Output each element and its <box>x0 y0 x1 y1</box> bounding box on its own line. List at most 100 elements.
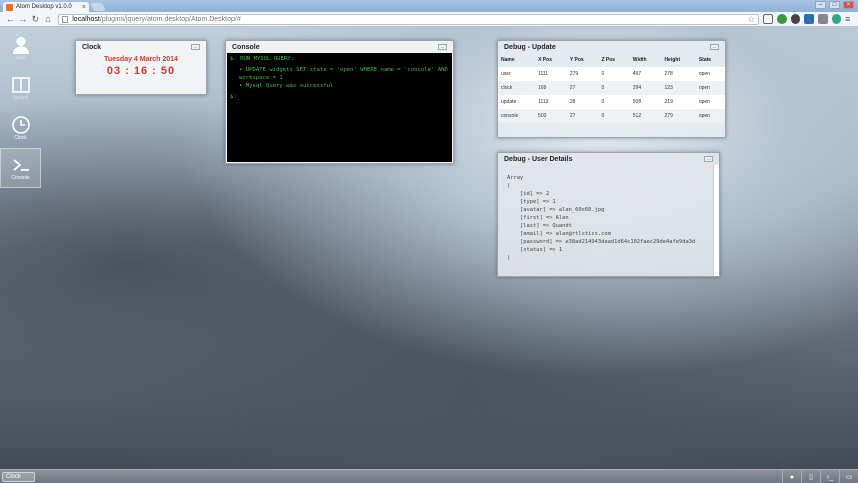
console-result-list: UPDATE widgets SET state = 'open' WHERE … <box>230 66 449 90</box>
cast-icon[interactable] <box>763 14 774 24</box>
url-path: /plugins/jquery/atom.desktop/Atom.Deskto… <box>99 15 241 23</box>
minimize-button[interactable]: – <box>815 1 826 9</box>
table-cell: open <box>695 109 725 123</box>
debug-update-widget[interactable]: Debug - Update _ Name X Pos Y Pos Z Pos … <box>497 40 726 138</box>
extension-teal-icon[interactable] <box>831 14 842 24</box>
home-icon[interactable]: ⌂ <box>42 14 55 24</box>
terminal-tray-icon[interactable]: ›_ <box>820 470 839 483</box>
widget-title: Console <box>232 43 260 51</box>
task-label: Clock <box>6 474 22 480</box>
debug-user-widget[interactable]: Debug - User Details _ Array ( [id] => 2… <box>497 152 720 277</box>
settings-gear-icon[interactable] <box>790 14 801 24</box>
extension-grey-icon[interactable] <box>818 14 828 24</box>
maximize-button[interactable]: □ <box>829 1 840 9</box>
dock-label: Clock <box>14 135 27 141</box>
minimize-icon[interactable]: _ <box>191 43 200 50</box>
page-icon <box>62 15 69 23</box>
table-cell: 503 <box>535 109 567 123</box>
browser-tab[interactable]: Atom Desktop v1.0.0 × <box>3 2 89 12</box>
column-header: State <box>698 57 712 63</box>
console-output[interactable]: $: RUN MYSQL QUERY: UPDATE widgets SET s… <box>227 53 452 162</box>
browser-tab-bar: Atom Desktop v1.0.0 × – □ × <box>0 0 858 12</box>
table-cell: user <box>498 67 536 81</box>
clock-time: 03 : 16 : 50 <box>106 65 176 77</box>
new-tab-button[interactable] <box>90 3 106 11</box>
table-row: update 1113 28 0 508 219 open <box>498 95 725 109</box>
table-cell: 28 <box>566 95 599 109</box>
tab-title: Atom Desktop v1.0.0 <box>16 4 72 10</box>
tab-close-icon[interactable]: × <box>82 4 86 11</box>
column-header: Z Pos <box>601 57 616 63</box>
debug-update-table: Name X Pos Y Pos Z Pos Width Height Stat… <box>498 53 725 123</box>
table-cell: 123 <box>661 81 696 95</box>
dock-item-clock[interactable]: Clock <box>0 108 41 148</box>
clock-date: Tuesday 4 March 2014 <box>104 56 178 63</box>
console-prompt[interactable]: $:_ <box>230 93 449 101</box>
clock-icon <box>11 116 30 134</box>
dock-item-console[interactable]: Console <box>0 148 41 188</box>
widget-title: Debug - User Details <box>504 155 573 163</box>
reload-icon[interactable]: ↻ <box>29 14 42 25</box>
extension-blue-icon[interactable] <box>804 14 815 24</box>
table-cell: 1113 <box>535 95 567 109</box>
minimize-icon[interactable]: _ <box>710 43 719 50</box>
table-cell: 497 <box>629 67 662 81</box>
table-cell: 0 <box>598 81 630 95</box>
console-line: Mysql Query was successful <box>239 82 449 90</box>
table-cell: 1111 <box>535 67 567 81</box>
dock-item-user[interactable]: user <box>0 28 41 68</box>
table-row: clock 169 27 0 294 123 open <box>498 81 725 95</box>
table-cell: 0 <box>598 95 630 109</box>
table-cell: open <box>695 81 725 95</box>
minimize-icon[interactable]: _ <box>704 155 713 162</box>
table-cell: 27 <box>566 109 599 123</box>
table-header-row: Name X Pos Y Pos Z Pos Width Height Stat… <box>498 53 725 67</box>
table-cell: 219 <box>661 95 696 109</box>
user-tray-icon[interactable]: ● <box>782 470 801 483</box>
table-cell: update <box>498 95 536 109</box>
widget-header[interactable]: Clock _ <box>76 41 206 53</box>
back-arrow-icon[interactable]: ← <box>4 14 17 24</box>
widget-header[interactable]: Debug - Update _ <box>498 41 725 53</box>
taskbar-item-clock[interactable]: Clock <box>2 472 35 482</box>
console-command: $: RUN MYSQL QUERY: <box>230 56 294 62</box>
table-row: console 503 27 0 512 279 open <box>498 109 725 123</box>
column-header: Y Pos <box>569 57 584 63</box>
panels-icon <box>11 77 30 93</box>
forward-arrow-icon[interactable]: → <box>17 14 30 24</box>
address-bar[interactable]: localhost /plugins/jquery/atom.desktop/A… <box>58 13 760 25</box>
clock-widget[interactable]: Clock _ Tuesday 4 March 2014 03 : 16 : 5… <box>75 40 207 95</box>
widget-header[interactable]: Debug - User Details _ <box>498 153 719 165</box>
dock-item-update[interactable]: Update <box>0 68 41 108</box>
desktop-dock: user Update Clock Console <box>0 28 41 188</box>
table-cell: 279 <box>661 109 696 123</box>
window-controls: – □ × <box>815 1 854 9</box>
extension-green-icon[interactable] <box>777 14 787 24</box>
table-cell: 279 <box>566 67 599 81</box>
table-cell: 508 <box>629 95 662 109</box>
widget-header[interactable]: Console _ <box>226 41 453 53</box>
bookmark-star-icon[interactable]: ☆ <box>747 14 755 25</box>
user-details-dump: Array ( [id] => 2 [type] => 1 [avatar] =… <box>507 175 696 261</box>
table-cell: console <box>498 109 536 123</box>
table-cell: 0 <box>598 67 630 81</box>
browser-toolbar: ← → ↻ ⌂ localhost /plugins/jquery/atom.d… <box>0 12 858 27</box>
menu-icon[interactable]: ≡ <box>841 14 854 24</box>
table-cell: 169 <box>535 81 567 95</box>
widget-title: Clock <box>82 43 102 51</box>
console-line: UPDATE widgets SET state = 'open' WHERE … <box>239 66 449 82</box>
console-widget[interactable]: Console _ $: RUN MYSQL QUERY: UPDATE wid… <box>225 40 454 164</box>
column-header: Width <box>632 57 647 63</box>
taskbar: Clock ● ▯ ›_ ▭ <box>0 469 858 483</box>
table-row: user 1111 279 0 497 278 open <box>498 67 725 81</box>
dock-label: Update <box>12 95 29 101</box>
minimize-icon[interactable]: _ <box>438 43 447 50</box>
scrollbar[interactable] <box>713 165 719 276</box>
table-cell: clock <box>498 81 536 95</box>
panels-tray-icon[interactable]: ▯ <box>801 470 820 483</box>
table-cell: open <box>695 95 725 109</box>
desktop-tray-icon[interactable]: ▭ <box>839 470 858 483</box>
url-host: localhost <box>72 15 100 23</box>
close-window-button[interactable]: × <box>843 1 854 9</box>
taskbar-tray: ● ▯ ›_ ▭ <box>782 470 858 483</box>
